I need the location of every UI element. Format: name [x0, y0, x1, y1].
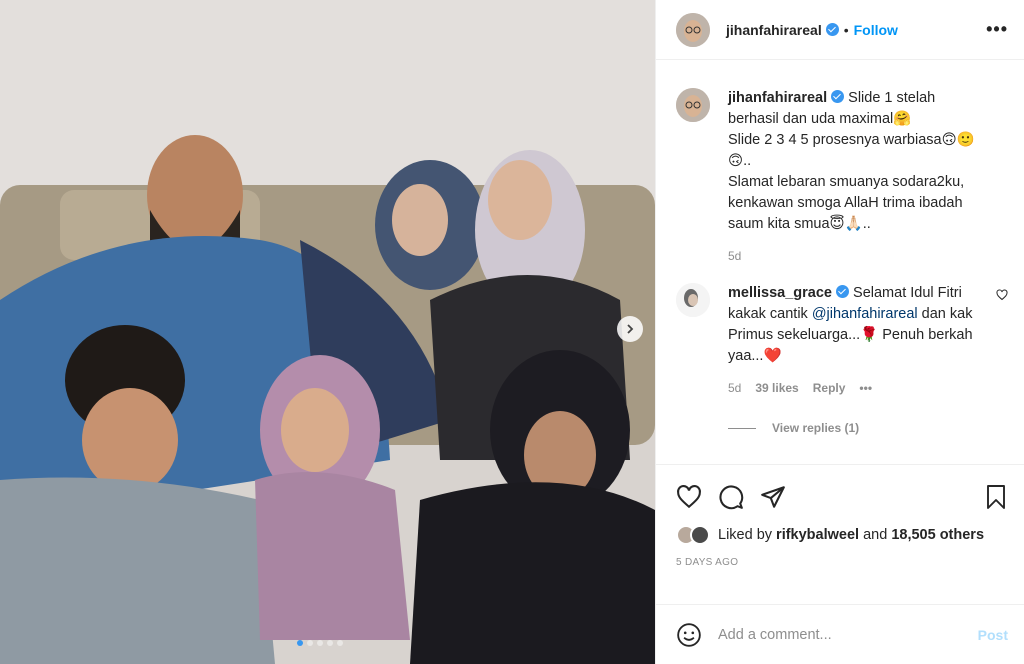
liked-by-middle: and: [859, 527, 892, 543]
comment-input[interactable]: Add a comment...: [718, 627, 832, 643]
instagram-post: jihanfahirareal • Follow ••• jihanfahira…: [0, 0, 1024, 664]
next-slide-button[interactable]: [617, 316, 643, 342]
carousel-dot: [317, 640, 323, 646]
add-comment-bar: Add a comment... Post: [656, 604, 1024, 664]
share-icon[interactable]: [760, 484, 786, 510]
separator-dot: •: [843, 21, 849, 38]
heart-icon[interactable]: [676, 484, 702, 510]
like-comment-icon[interactable]: [996, 289, 1008, 301]
comment-mention[interactable]: @jihanfahirareal: [812, 306, 918, 322]
comment-more-button[interactable]: •••: [859, 381, 872, 395]
caption-text: jihanfahirareal Slide 1 stelah berhasil …: [728, 88, 983, 235]
comments-section: jihanfahirareal Slide 1 stelah berhasil …: [656, 60, 1024, 464]
next-arrow-icon: [627, 324, 634, 334]
more-options-button[interactable]: •••: [986, 19, 1008, 40]
carousel-dot: [307, 640, 313, 646]
verified-icon: [825, 23, 839, 36]
post-actions: Liked by rifkybalweel and 18,505 others …: [656, 464, 1024, 604]
emoji-icon[interactable]: [676, 622, 702, 648]
reply-button[interactable]: Reply: [813, 381, 846, 395]
liker-username[interactable]: rifkybalweel: [776, 527, 859, 543]
family-photo-image: [0, 0, 655, 664]
action-icons: [676, 477, 1008, 517]
caption: jihanfahirareal Slide 1 stelah berhasil …: [676, 88, 1008, 263]
post-timestamp[interactable]: 5 DAYS AGO: [676, 557, 1008, 568]
likes-text: Liked by rifkybalweel and 18,505 others: [718, 527, 984, 543]
bookmark-icon[interactable]: [984, 484, 1008, 510]
caption-age[interactable]: 5d: [728, 249, 741, 263]
follow-button[interactable]: Follow: [854, 22, 898, 38]
verified-icon: [831, 90, 845, 103]
post-comment-button[interactable]: Post: [978, 627, 1008, 643]
post-header: jihanfahirareal • Follow •••: [656, 0, 1024, 60]
post-side-panel: jihanfahirareal • Follow ••• jihanfahira…: [655, 0, 1024, 664]
carousel-dot: [327, 640, 333, 646]
commenter-avatar[interactable]: [676, 283, 710, 317]
verified-icon: [836, 285, 849, 298]
caption-username[interactable]: jihanfahirareal: [728, 90, 827, 106]
liker-avatar[interactable]: [690, 525, 710, 545]
caption-meta: 5d: [728, 249, 983, 263]
view-replies[interactable]: View replies (1): [728, 421, 1008, 435]
replies-divider: [728, 427, 756, 429]
carousel-indicator: [297, 640, 343, 646]
comment: mellissa_grace Selamat Idul Fitri kakak …: [676, 283, 1008, 395]
comment-icon[interactable]: [718, 484, 744, 510]
carousel-dot: [337, 640, 343, 646]
comment-meta: 5d 39 likes Reply •••: [728, 381, 983, 395]
post-photo[interactable]: [0, 0, 655, 664]
avatar-image: [676, 88, 710, 122]
avatar-image: [676, 12, 710, 47]
likes-summary: Liked by rifkybalweel and 18,505 others: [676, 525, 1008, 545]
likes-others[interactable]: 18,505 others: [891, 527, 984, 543]
author-avatar[interactable]: [676, 12, 710, 47]
author-username[interactable]: jihanfahirareal: [726, 22, 822, 38]
commenter-username[interactable]: mellissa_grace: [728, 285, 832, 301]
comment-age[interactable]: 5d: [728, 381, 741, 395]
carousel-dot: [297, 640, 303, 646]
caption-avatar[interactable]: [676, 88, 710, 122]
comment-text: mellissa_grace Selamat Idul Fitri kakak …: [728, 283, 983, 367]
caption-body: Slide 1 stelah berhasil dan uda maximal🤗…: [728, 90, 975, 232]
liked-by-prefix: Liked by: [718, 527, 777, 543]
avatar-image: [676, 283, 710, 317]
view-replies-label[interactable]: View replies (1): [772, 421, 859, 435]
comment-likes[interactable]: 39 likes: [755, 381, 798, 395]
